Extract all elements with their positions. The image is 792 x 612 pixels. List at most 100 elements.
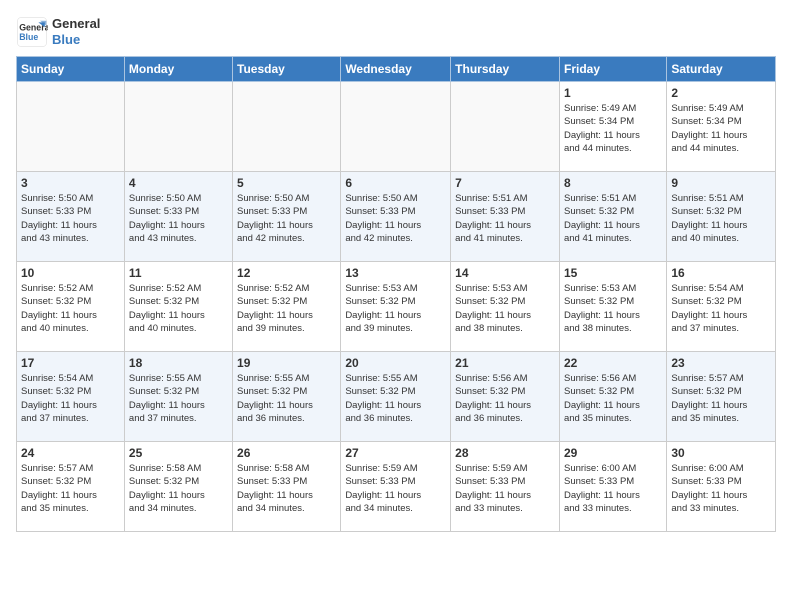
day-number: 23: [671, 356, 771, 370]
day-info: Sunrise: 5:53 AM Sunset: 5:32 PM Dayligh…: [345, 282, 446, 335]
day-number: 24: [21, 446, 120, 460]
calendar-cell: 18 Sunrise: 5:55 AM Sunset: 5:32 PM Dayli…: [124, 352, 232, 442]
weekday-header: Friday: [559, 57, 666, 82]
logo-icon: General Blue: [16, 16, 48, 48]
day-number: 9: [671, 176, 771, 190]
calendar-week-row: 17 Sunrise: 5:54 AM Sunset: 5:32 PM Dayli…: [17, 352, 776, 442]
calendar-cell: 16 Sunrise: 5:54 AM Sunset: 5:32 PM Dayli…: [667, 262, 776, 352]
calendar-cell: 30 Sunrise: 6:00 AM Sunset: 5:33 PM Dayli…: [667, 442, 776, 532]
calendar-week-row: 10Sunrise: 5:52 AM Sunset: 5:32 PM Dayli…: [17, 262, 776, 352]
calendar-cell: 14 Sunrise: 5:53 AM Sunset: 5:32 PM Dayli…: [451, 262, 560, 352]
day-info: Sunrise: 5:58 AM Sunset: 5:33 PM Dayligh…: [237, 462, 336, 515]
day-info: Sunrise: 5:49 AM Sunset: 5:34 PM Dayligh…: [564, 102, 662, 155]
day-info: Sunrise: 5:49 AM Sunset: 5:34 PM Dayligh…: [671, 102, 771, 155]
day-number: 13: [345, 266, 446, 280]
calendar-cell: 1Sunrise: 5:49 AM Sunset: 5:34 PM Daylig…: [559, 82, 666, 172]
calendar-cell: 23 Sunrise: 5:57 AM Sunset: 5:32 PM Dayli…: [667, 352, 776, 442]
calendar-cell: 24 Sunrise: 5:57 AM Sunset: 5:32 PM Dayli…: [17, 442, 125, 532]
calendar-table: SundayMondayTuesdayWednesdayThursdayFrid…: [16, 56, 776, 532]
calendar-cell: 25 Sunrise: 5:58 AM Sunset: 5:32 PM Dayli…: [124, 442, 232, 532]
day-number: 2: [671, 86, 771, 100]
calendar-cell: 5 Sunrise: 5:50 AM Sunset: 5:33 PM Daylig…: [233, 172, 341, 262]
day-info: Sunrise: 5:55 AM Sunset: 5:32 PM Dayligh…: [345, 372, 446, 425]
day-info: Sunrise: 5:50 AM Sunset: 5:33 PM Dayligh…: [21, 192, 120, 245]
day-info: Sunrise: 5:59 AM Sunset: 5:33 PM Dayligh…: [455, 462, 555, 515]
day-info: Sunrise: 5:58 AM Sunset: 5:32 PM Dayligh…: [129, 462, 228, 515]
day-number: 7: [455, 176, 555, 190]
day-info: Sunrise: 5:54 AM Sunset: 5:32 PM Dayligh…: [671, 282, 771, 335]
day-number: 15: [564, 266, 662, 280]
calendar-cell: 21 Sunrise: 5:56 AM Sunset: 5:32 PM Dayli…: [451, 352, 560, 442]
calendar-cell: 15 Sunrise: 5:53 AM Sunset: 5:32 PM Dayli…: [559, 262, 666, 352]
calendar-week-row: 1Sunrise: 5:49 AM Sunset: 5:34 PM Daylig…: [17, 82, 776, 172]
day-number: 3: [21, 176, 120, 190]
calendar-cell: 11 Sunrise: 5:52 AM Sunset: 5:32 PM Dayli…: [124, 262, 232, 352]
day-number: 28: [455, 446, 555, 460]
calendar-cell: 20Sunrise: 5:55 AM Sunset: 5:32 PM Dayli…: [341, 352, 451, 442]
calendar-cell: 8 Sunrise: 5:51 AM Sunset: 5:32 PM Daylig…: [559, 172, 666, 262]
calendar-week-row: 3 Sunrise: 5:50 AM Sunset: 5:33 PM Daylig…: [17, 172, 776, 262]
calendar-cell: [451, 82, 560, 172]
day-number: 5: [237, 176, 336, 190]
day-number: 21: [455, 356, 555, 370]
day-number: 29: [564, 446, 662, 460]
calendar-cell: 19 Sunrise: 5:55 AM Sunset: 5:32 PM Dayli…: [233, 352, 341, 442]
day-info: Sunrise: 5:50 AM Sunset: 5:33 PM Dayligh…: [129, 192, 228, 245]
day-info: Sunrise: 5:52 AM Sunset: 5:32 PM Dayligh…: [129, 282, 228, 335]
day-info: Sunrise: 5:51 AM Sunset: 5:32 PM Dayligh…: [564, 192, 662, 245]
day-number: 8: [564, 176, 662, 190]
day-number: 17: [21, 356, 120, 370]
day-number: 25: [129, 446, 228, 460]
weekday-header: Thursday: [451, 57, 560, 82]
day-info: Sunrise: 6:00 AM Sunset: 5:33 PM Dayligh…: [564, 462, 662, 515]
day-info: Sunrise: 5:53 AM Sunset: 5:32 PM Dayligh…: [564, 282, 662, 335]
day-info: Sunrise: 5:55 AM Sunset: 5:32 PM Dayligh…: [129, 372, 228, 425]
day-info: Sunrise: 5:50 AM Sunset: 5:33 PM Dayligh…: [237, 192, 336, 245]
day-number: 26: [237, 446, 336, 460]
calendar-cell: 3 Sunrise: 5:50 AM Sunset: 5:33 PM Daylig…: [17, 172, 125, 262]
day-info: Sunrise: 6:00 AM Sunset: 5:33 PM Dayligh…: [671, 462, 771, 515]
day-number: 19: [237, 356, 336, 370]
calendar-week-row: 24 Sunrise: 5:57 AM Sunset: 5:32 PM Dayli…: [17, 442, 776, 532]
day-info: Sunrise: 5:51 AM Sunset: 5:32 PM Dayligh…: [671, 192, 771, 245]
day-info: Sunrise: 5:59 AM Sunset: 5:33 PM Dayligh…: [345, 462, 446, 515]
day-number: 30: [671, 446, 771, 460]
day-info: Sunrise: 5:54 AM Sunset: 5:32 PM Dayligh…: [21, 372, 120, 425]
calendar-header-row: SundayMondayTuesdayWednesdayThursdayFrid…: [17, 57, 776, 82]
calendar-cell: [233, 82, 341, 172]
calendar-cell: 2 Sunrise: 5:49 AM Sunset: 5:34 PM Daylig…: [667, 82, 776, 172]
day-number: 16: [671, 266, 771, 280]
day-info: Sunrise: 5:57 AM Sunset: 5:32 PM Dayligh…: [671, 372, 771, 425]
weekday-header: Wednesday: [341, 57, 451, 82]
day-info: Sunrise: 5:56 AM Sunset: 5:32 PM Dayligh…: [455, 372, 555, 425]
day-number: 14: [455, 266, 555, 280]
calendar-cell: 4 Sunrise: 5:50 AM Sunset: 5:33 PM Daylig…: [124, 172, 232, 262]
calendar-cell: 27Sunrise: 5:59 AM Sunset: 5:33 PM Dayli…: [341, 442, 451, 532]
weekday-header: Monday: [124, 57, 232, 82]
logo: General Blue General Blue: [16, 16, 100, 48]
calendar-cell: 10Sunrise: 5:52 AM Sunset: 5:32 PM Dayli…: [17, 262, 125, 352]
day-info: Sunrise: 5:51 AM Sunset: 5:33 PM Dayligh…: [455, 192, 555, 245]
calendar-cell: 6Sunrise: 5:50 AM Sunset: 5:33 PM Daylig…: [341, 172, 451, 262]
day-info: Sunrise: 5:52 AM Sunset: 5:32 PM Dayligh…: [237, 282, 336, 335]
calendar-cell: 13 Sunrise: 5:53 AM Sunset: 5:32 PM Dayli…: [341, 262, 451, 352]
day-info: Sunrise: 5:53 AM Sunset: 5:32 PM Dayligh…: [455, 282, 555, 335]
calendar-cell: 26 Sunrise: 5:58 AM Sunset: 5:33 PM Dayli…: [233, 442, 341, 532]
calendar-cell: 9 Sunrise: 5:51 AM Sunset: 5:32 PM Daylig…: [667, 172, 776, 262]
day-number: 11: [129, 266, 228, 280]
day-number: 12: [237, 266, 336, 280]
day-info: Sunrise: 5:57 AM Sunset: 5:32 PM Dayligh…: [21, 462, 120, 515]
day-number: 22: [564, 356, 662, 370]
calendar-cell: [124, 82, 232, 172]
svg-text:Blue: Blue: [19, 32, 38, 42]
day-number: 4: [129, 176, 228, 190]
day-number: 18: [129, 356, 228, 370]
day-info: Sunrise: 5:56 AM Sunset: 5:32 PM Dayligh…: [564, 372, 662, 425]
calendar-cell: 17 Sunrise: 5:54 AM Sunset: 5:32 PM Dayli…: [17, 352, 125, 442]
day-info: Sunrise: 5:52 AM Sunset: 5:32 PM Dayligh…: [21, 282, 120, 335]
day-info: Sunrise: 5:55 AM Sunset: 5:32 PM Dayligh…: [237, 372, 336, 425]
weekday-header: Sunday: [17, 57, 125, 82]
calendar-cell: 12 Sunrise: 5:52 AM Sunset: 5:32 PM Dayli…: [233, 262, 341, 352]
calendar-cell: 29 Sunrise: 6:00 AM Sunset: 5:33 PM Dayli…: [559, 442, 666, 532]
calendar-cell: [341, 82, 451, 172]
